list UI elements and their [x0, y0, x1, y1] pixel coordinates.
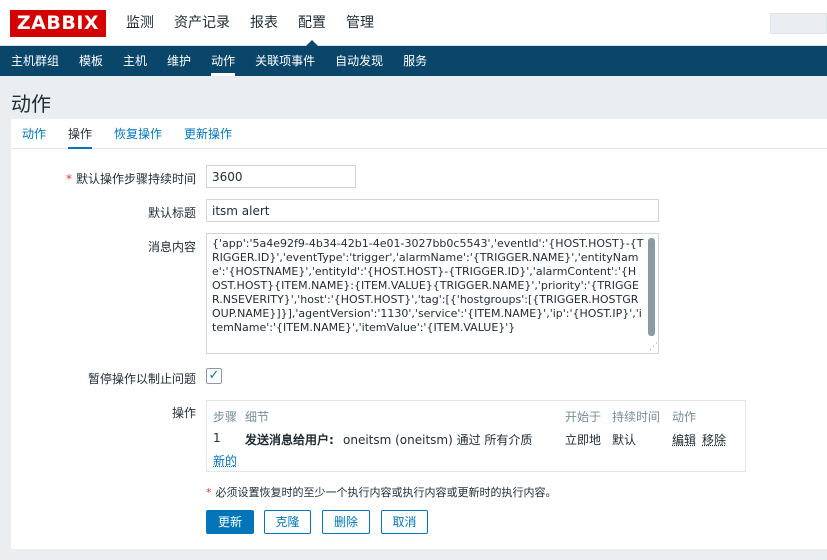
nav-item-reports[interactable]: 报表: [250, 0, 278, 46]
sub-nav: 主机群组 模板 主机 维护 动作 关联项事件 自动发现 服务: [0, 46, 827, 76]
subnav-item-services[interactable]: 服务: [403, 46, 427, 76]
new-operation-link[interactable]: 新的: [213, 452, 237, 469]
checkmark-icon: ✓: [208, 368, 220, 383]
remove-link[interactable]: 移除: [702, 431, 726, 448]
subnav-item-templates[interactable]: 模板: [79, 46, 103, 76]
subnav-item-host-groups[interactable]: 主机群组: [11, 46, 59, 76]
row-detail-type: 发送消息给用户:: [245, 433, 334, 447]
edit-link[interactable]: 编辑: [672, 431, 696, 448]
zabbix-logo[interactable]: ZABBIX: [10, 10, 106, 37]
top-header: ZABBIX 监测 资产记录 报表 配置 管理: [0, 0, 827, 46]
subject-input[interactable]: itsm alert: [206, 199, 659, 222]
tab-operations[interactable]: 操作: [57, 119, 103, 149]
tab-recovery-operations[interactable]: 恢复操作: [103, 119, 173, 148]
form-tabs: 动作 操作 恢复操作 更新操作: [11, 119, 827, 149]
operations-label: 操作: [171, 406, 196, 420]
subnav-item-maintenance[interactable]: 维护: [167, 46, 191, 76]
message-label: 消息内容: [147, 240, 196, 254]
subject-label: 默认标题: [147, 206, 196, 220]
row-step: 1: [213, 431, 221, 445]
tab-action[interactable]: 动作: [11, 119, 57, 148]
nav-item-inventory[interactable]: 资产记录: [174, 0, 230, 46]
textarea-scrollbar[interactable]: [648, 238, 655, 336]
step-duration-label-text: 默认操作步骤持续时间: [75, 172, 196, 186]
nav-item-monitoring[interactable]: 监测: [126, 0, 154, 46]
pause-checkbox[interactable]: ✓: [206, 368, 222, 384]
col-step: 步骤: [213, 410, 238, 424]
step-duration-label: * 默认操作步骤持续时间: [11, 170, 196, 187]
required-asterisk: *: [206, 486, 212, 499]
update-button[interactable]: 更新: [206, 510, 254, 534]
delete-button[interactable]: 删除: [322, 510, 370, 534]
required-asterisk: *: [65, 172, 72, 186]
col-detail: 细节: [245, 410, 270, 424]
row-start: 立即地: [565, 433, 602, 447]
row-detail-text: oneitsm (oneitsm) 通过 所有介质: [343, 433, 533, 447]
nav-item-configuration[interactable]: 配置: [298, 0, 326, 46]
row-duration: 默认: [612, 433, 637, 447]
message-textarea[interactable]: {'app':'5a4e92f9-4b34-42b1-4e01-3027bb0c…: [206, 233, 659, 354]
resize-grip-icon[interactable]: ⋰: [649, 343, 658, 352]
required-note: * 必须设置恢复时的至少一个执行内容或执行内容或更新时的执行内容。: [206, 484, 557, 500]
required-note-text: 必须设置恢复时的至少一个执行内容或执行内容或更新时的执行内容。: [215, 486, 557, 499]
page-title: 动作: [11, 92, 51, 116]
col-action: 动作: [672, 410, 697, 424]
subnav-item-discovery[interactable]: 自动发现: [335, 46, 383, 76]
subnav-item-actions[interactable]: 动作: [211, 46, 236, 76]
nav-item-administration[interactable]: 管理: [346, 0, 374, 46]
main-nav: 监测 资产记录 报表 配置 管理: [126, 0, 394, 46]
subnav-item-event-correlation[interactable]: 关联项事件: [255, 46, 315, 76]
cancel-button[interactable]: 取消: [381, 510, 428, 534]
clone-button[interactable]: 克隆: [264, 510, 311, 534]
tab-update-operations[interactable]: 更新操作: [173, 119, 243, 148]
subnav-item-hosts[interactable]: 主机: [123, 46, 147, 76]
step-duration-input[interactable]: 3600: [206, 165, 356, 188]
col-duration: 持续时间: [612, 410, 661, 424]
search-input[interactable]: [770, 13, 827, 34]
col-start: 开始于: [565, 410, 602, 424]
pause-label: 暂停操作以制止问题: [87, 372, 196, 386]
operations-table: 步骤 细节 开始于 持续时间 动作 1 发送消息给用户: oneitsm (on…: [206, 400, 746, 472]
